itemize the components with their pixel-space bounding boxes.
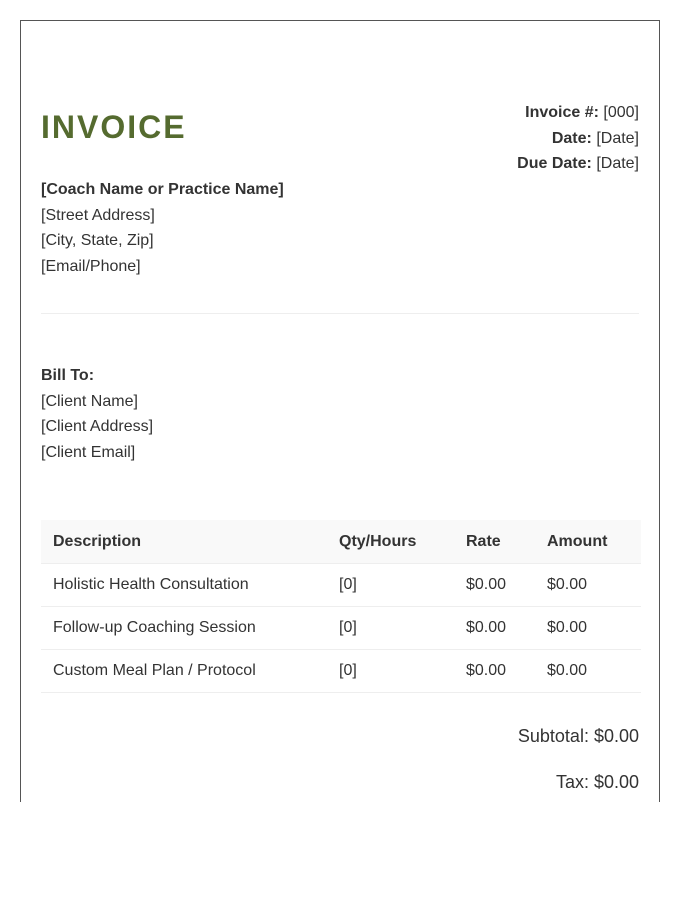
sender-city: [City, State, Zip] (41, 232, 154, 249)
invoice-title: INVOICE (41, 109, 187, 145)
row-rate: $0.00 (454, 606, 535, 650)
table-row: Custom Meal Plan / Protocol [0] $0.00 $0… (41, 649, 641, 693)
totals-block: Subtotal: $0.00 Tax: $0.00 (518, 724, 639, 802)
sender-block: [Coach Name or Practice Name] [Street Ad… (41, 177, 284, 279)
bill-to-label: Bill To: (41, 367, 95, 384)
header-amount: Amount (535, 520, 641, 564)
invoice-due-date-line: Due Date: [Date] (517, 151, 639, 177)
row-rate: $0.00 (454, 649, 535, 693)
header-rate: Rate (454, 520, 535, 564)
row-rate: $0.00 (454, 563, 535, 607)
row-qty: [0] (327, 649, 454, 693)
row-description: Custom Meal Plan / Protocol (41, 649, 327, 693)
invoice-date-label: Date: (551, 129, 592, 147)
subtotal: Subtotal: $0.00 (517, 726, 639, 746)
invoice-due-date-value: [Date] (596, 155, 639, 172)
table-header-row: Description Qty/Hours Rate Amount (41, 520, 641, 564)
client-email: [Client Email] (41, 443, 136, 461)
invoice-number-line: Invoice #: [000] (517, 100, 639, 126)
row-qty: [0] (327, 563, 454, 607)
invoice-due-date-label: Due Date: (517, 155, 592, 172)
invoice-date-line: Date: [Date] (517, 126, 639, 152)
invoice-date-value: [Date] (596, 129, 639, 147)
table-row: Follow-up Coaching Session [0] $0.00 $0.… (41, 606, 641, 650)
header-qty-hours: Qty/Hours (327, 520, 454, 564)
row-qty: [0] (327, 606, 454, 650)
row-amount: $0.00 (535, 649, 641, 693)
invoice-number-value: [000] (603, 104, 639, 121)
bill-to-block: Bill To: [Client Name] [Client Address] … (41, 363, 153, 465)
row-description: Holistic Health Consultation (41, 563, 327, 607)
row-amount: $0.00 (535, 606, 641, 650)
section-divider (41, 313, 639, 314)
sender-name: [Coach Name or Practice Name] (41, 181, 284, 198)
invoice-sheet: INVOICE Invoice #: [000] Date: [Date] Du… (20, 20, 660, 802)
client-name: [Client Name] (41, 392, 138, 410)
tax: Tax: $0.00 (555, 772, 639, 792)
invoice-meta: Invoice #: [000] Date: [Date] Due Date: … (517, 100, 639, 177)
sender-street: [Street Address] (41, 206, 155, 224)
line-items-table: Description Qty/Hours Rate Amount Holist… (41, 520, 641, 693)
header-description: Description (41, 520, 327, 564)
sender-contact: [Email/Phone] (41, 257, 141, 275)
invoice-number-label: Invoice #: (525, 104, 599, 121)
table-row: Holistic Health Consultation [0] $0.00 $… (41, 563, 641, 607)
client-address: [Client Address] (41, 418, 154, 435)
row-description: Follow-up Coaching Session (41, 606, 327, 650)
row-amount: $0.00 (535, 563, 641, 607)
